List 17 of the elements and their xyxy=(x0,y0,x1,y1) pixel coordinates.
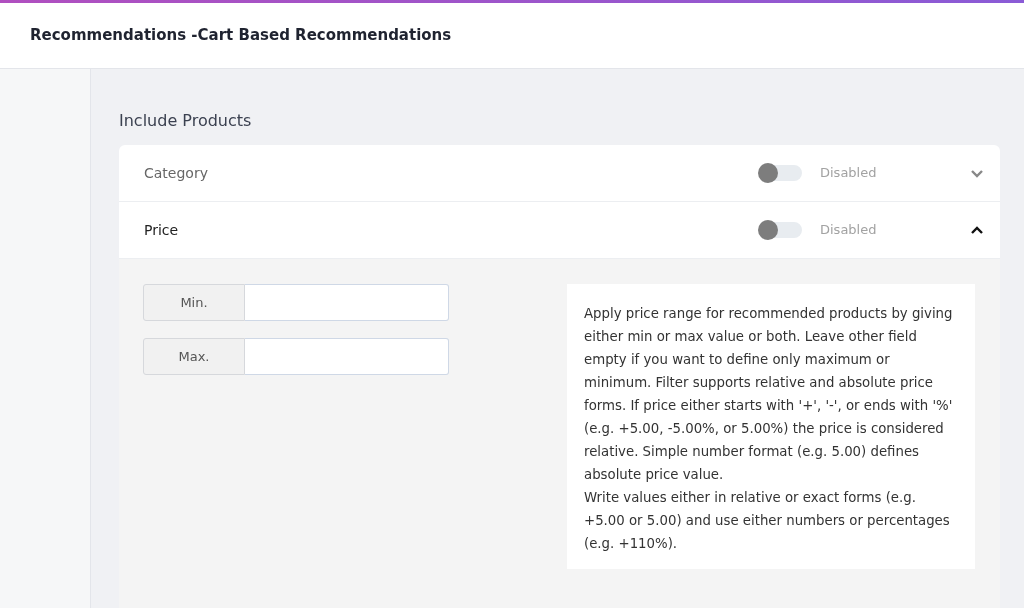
field-label: Min. xyxy=(143,284,245,321)
filter-label: Price xyxy=(144,220,180,240)
status-label: Disabled xyxy=(820,164,878,183)
help-text: Apply price range for recommended products by giving either min or max value or both. Leave other field empty if you want to define only maximum or minimum. Filter supports relative and absolute price forms. If price either starts with '+', '-', or ends with '%' (e.g. +5.00, -5.00%, or 5.00%) the price is considered relative. Simple number format (e.g. 5.00) defines absolute price value. xyxy=(584,305,954,484)
input-field[interactable] xyxy=(245,284,449,321)
chevron-up-icon[interactable] xyxy=(970,225,984,235)
chevron-down-icon[interactable] xyxy=(970,168,984,178)
toggle-switch[interactable] xyxy=(760,222,802,238)
input-field[interactable] xyxy=(245,338,449,375)
field-label: Max. xyxy=(143,338,245,375)
toggle-switch[interactable] xyxy=(760,165,802,181)
section-title: Include Products xyxy=(119,110,253,132)
filter-row[interactable]: Category Disabled xyxy=(119,145,1000,202)
page-title: Recommendations -Cart Based Recommendations xyxy=(30,25,452,47)
filter-label: Category xyxy=(144,163,209,183)
status-label: Disabled xyxy=(820,221,878,240)
help-text: Write values either in relative or exact forms (e.g. +5.00 or 5.00) and use either numbers or percentages (e.g. +110%). xyxy=(584,489,951,553)
